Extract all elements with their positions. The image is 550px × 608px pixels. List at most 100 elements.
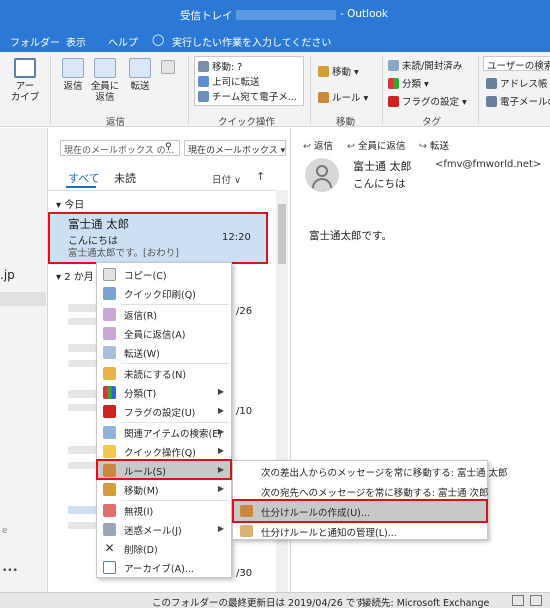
quick-step-team-email[interactable]: チーム宛て電子メ... [198, 89, 297, 103]
sort-direction-icon[interactable]: ↑ [256, 170, 265, 183]
move-group-label: 移動 [336, 117, 356, 128]
forward-icon [129, 58, 151, 78]
menu-folder[interactable]: フォルダー [10, 34, 60, 49]
lightbulb-icon: ◯ [152, 33, 165, 46]
normal-view-icon[interactable] [512, 595, 524, 606]
reading-sender: 富士通 太郎 [353, 160, 412, 173]
group-2months[interactable]: ▾ 2 か月 [56, 268, 94, 283]
menu-junk[interactable]: 迷惑メール(J) ▶ [98, 520, 230, 539]
menu-archive[interactable]: アーカイブ(A)... [98, 558, 230, 577]
quick-step-move[interactable]: 移動: ? [198, 59, 242, 73]
filter-icon [486, 96, 497, 107]
reply-button[interactable]: 返信 [58, 58, 88, 92]
quick-steps-group-label: クイック操作 [218, 117, 276, 128]
menu-reply[interactable]: 返信(R) [98, 305, 230, 324]
copy-icon [103, 268, 116, 281]
menu-followup[interactable]: フラグの設定(U) ▶ [98, 402, 230, 421]
menu-reply-all[interactable]: 全員に返信(A) [98, 324, 230, 343]
search-icon [103, 426, 116, 439]
envelope-icon [388, 60, 399, 71]
categorize-icon [103, 386, 116, 399]
reply-icon [103, 308, 116, 321]
highlight-rules-item [96, 459, 232, 480]
menu-help[interactable]: ヘルプ [108, 34, 138, 49]
search-input[interactable]: 現在のメールボックス の... [60, 140, 180, 156]
menu-view[interactable]: 表示 [66, 34, 86, 49]
menu-find-related[interactable]: 関連アイテムの検索(E) ▶ [98, 423, 230, 442]
archive-icon [103, 561, 116, 574]
tell-me-box[interactable]: 実行したい作業を入力してください [172, 34, 331, 49]
folder-pane: .jp e ••• [0, 128, 48, 592]
sort-by-date[interactable]: 日付 ∨ [212, 172, 241, 186]
search-scope-dropdown[interactable]: 現在のメールボックス ▾ [184, 140, 286, 156]
reply-all-icon [103, 327, 116, 340]
menu-ignore[interactable]: 無視(I) [98, 501, 230, 520]
filter-email-button[interactable]: 電子メールの [486, 94, 550, 108]
search-icon[interactable]: ⚲ [165, 142, 172, 152]
menu-forward[interactable]: 転送(W) [98, 343, 230, 362]
submenu-always-move-from[interactable]: 次の差出人からのメッセージを常に移動する: 富士通 太郎 [234, 461, 508, 481]
reading-forward-button[interactable]: ↪ 転送 [419, 138, 449, 152]
quick-steps-gallery: 移動: ? 上司に転送 チーム宛て電子メ... [194, 56, 304, 106]
reading-subject: こんにちは [353, 178, 406, 190]
move-folder-icon [318, 66, 329, 77]
message-date: /10 [236, 406, 253, 417]
reading-body: 富士通太郎です。 [309, 230, 392, 242]
junk-icon [103, 523, 116, 536]
archive-button[interactable]: アー カイブ [6, 58, 44, 103]
highlight-create-rule [232, 499, 488, 523]
reading-view-icon[interactable] [530, 595, 542, 606]
forward-icon [198, 76, 209, 87]
forward-button[interactable]: 転送 [124, 58, 156, 92]
address-book-icon [486, 78, 497, 89]
submenu-manage-rules[interactable]: 仕分けルールと通知の管理(L)... [234, 521, 486, 541]
menu-bar: フォルダー 表示 ヘルプ ◯ 実行したい作業を入力してください [0, 30, 550, 52]
reply-all-button[interactable]: 全員に 返信 [88, 58, 122, 103]
menu-move[interactable]: 移動(M) ▶ [98, 480, 230, 499]
categorize-icon [388, 78, 399, 89]
address-book-button[interactable]: アドレス帳 [486, 76, 548, 90]
menu-quick-print[interactable]: クイック印刷(Q) [98, 284, 230, 303]
respond-group-label: 返信 [106, 117, 126, 128]
menu-copy[interactable]: コピー(C) [98, 265, 230, 284]
reading-reply-all-button[interactable]: ↩ 全員に返信 [347, 138, 406, 152]
move-folder-icon [103, 483, 116, 496]
move-button[interactable]: 移動 ▾ [318, 64, 359, 78]
flag-icon [103, 405, 116, 418]
flag-icon [388, 96, 399, 107]
account-partial[interactable]: .jp [0, 268, 15, 282]
reply-icon [62, 58, 84, 78]
categorize-button[interactable]: 分類 ▾ [388, 76, 429, 90]
quick-step-to-manager[interactable]: 上司に転送 [198, 74, 260, 88]
unread-read-button[interactable]: 未読/開封済み [388, 58, 462, 72]
reply-all-icon [94, 58, 116, 78]
tab-all[interactable]: すべて [68, 170, 100, 186]
folder-partial: e [2, 526, 8, 536]
more-icon[interactable]: ••• [2, 566, 18, 576]
group-today[interactable]: ▾ 今日 [56, 196, 84, 211]
title-bar: 受信トレイ - - Outlook [0, 0, 550, 30]
scrollbar-thumb[interactable] [278, 204, 286, 264]
reading-sender-email: <fmv@fmworld.net> [435, 159, 542, 170]
tab-unread[interactable]: 未読 [114, 170, 136, 186]
search-people-input[interactable]: ユーザーの検索 [483, 56, 550, 71]
rules-icon [318, 92, 329, 103]
status-updated: このフォルダーの最終更新日は 2019/04/26 です。 [152, 598, 374, 608]
rules-button[interactable]: ルール ▾ [318, 90, 368, 104]
submenu-always-move-to[interactable]: 次の宛先へのメッセージを常に移動する: 富士通 次郎 [234, 481, 489, 501]
menu-delete[interactable]: ✕ 削除(D) [98, 539, 230, 558]
ribbon: アー カイブ 返信 全員に 返信 転送 返信 移動: ? 上司に転送 チーム宛て… [0, 52, 550, 128]
email-icon [198, 91, 209, 102]
menu-categorize[interactable]: 分類(T) ▶ [98, 383, 230, 402]
context-menu: コピー(C) クイック印刷(Q) 返信(R) 全員に返信(A) 転送(W) 未読… [96, 262, 232, 578]
more-respond-button[interactable] [158, 60, 178, 77]
reading-reply-button[interactable]: ↩ 返信 [303, 138, 333, 152]
redacted-account [236, 10, 336, 20]
window-title-folder: 受信トレイ - [180, 10, 240, 22]
followup-button[interactable]: フラグの設定 ▾ [388, 94, 467, 108]
archive-icon [14, 58, 36, 78]
menu-mark-unread[interactable]: 未読にする(N) [98, 364, 230, 383]
highlight-selected-message [48, 212, 268, 264]
envelope-icon [103, 367, 116, 380]
tags-group-label: タグ [422, 117, 442, 128]
